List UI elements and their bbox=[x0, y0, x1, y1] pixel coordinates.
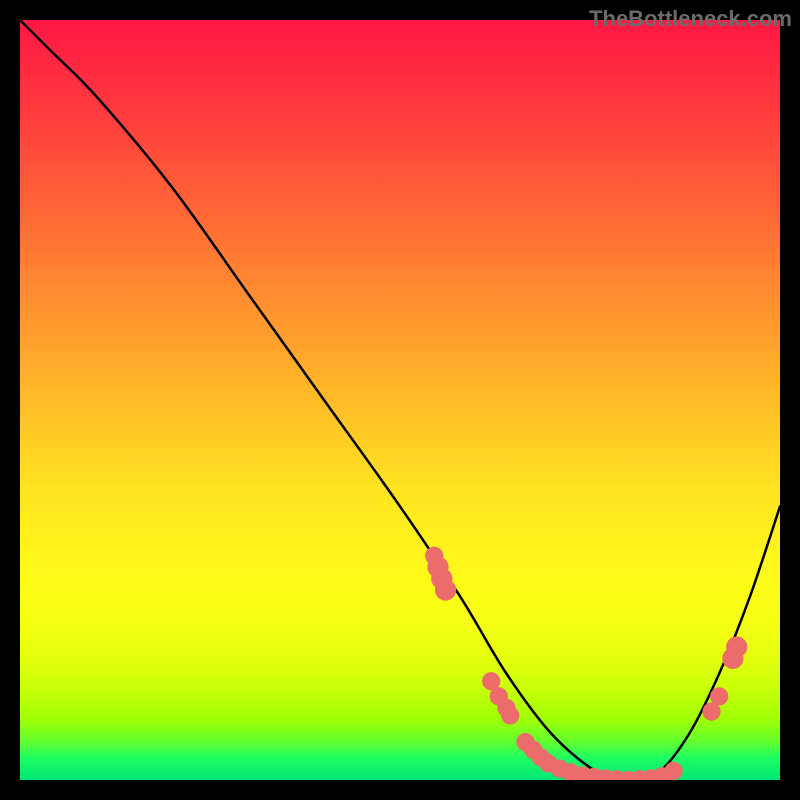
watermark-text: TheBottleneck.com bbox=[589, 6, 792, 32]
chart-container bbox=[20, 20, 780, 780]
chart-gradient-background bbox=[20, 20, 780, 780]
